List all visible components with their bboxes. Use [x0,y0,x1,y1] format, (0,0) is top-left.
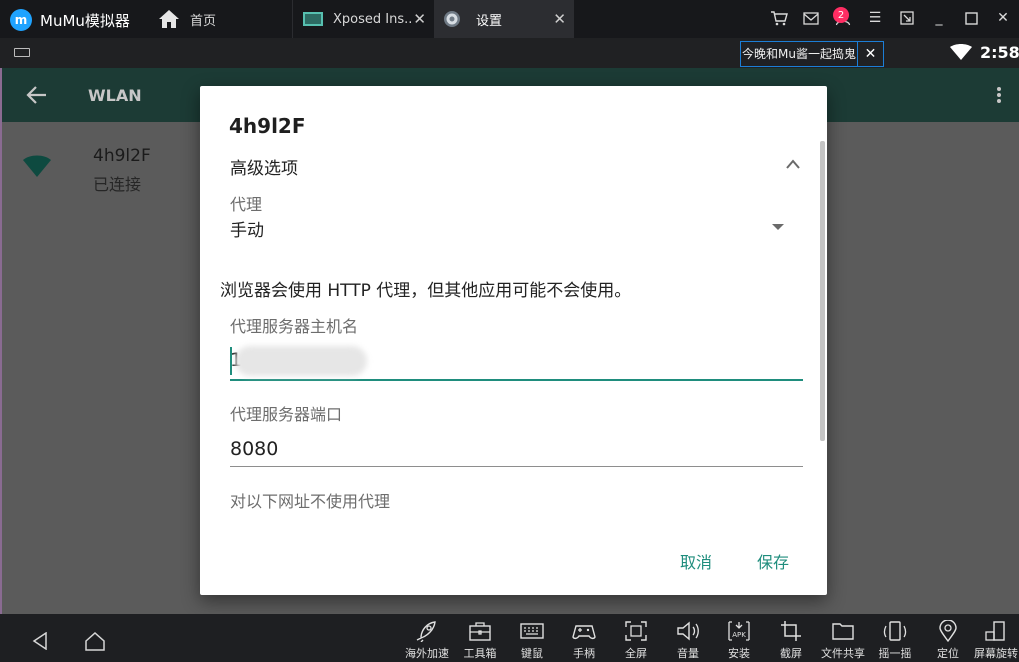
tool-label: 安装 [728,647,750,660]
app-header: m MuMu模拟器 [10,9,130,31]
proxy-port-label: 代理服务器端口 [230,405,343,424]
page-title: WLAN [88,86,142,105]
tab-settings-label: 设置 [476,13,503,29]
wifi-config-dialog: 4h9l2F 高级选项 代理 手动 浏览器会使用 HTTP 代理，但其他应用可能… [200,86,827,595]
more-options-icon[interactable] [996,86,1002,104]
mumu-logo-icon: m [10,9,32,31]
tool-label: 摇一摇 [878,647,912,660]
proxy-host-label: 代理服务器主机名 [230,317,359,336]
proxy-port-input[interactable]: 8080 [230,430,803,467]
tab-xposed[interactable]: Xposed Ins.. ✕ [292,0,434,38]
menu-icon[interactable]: ☰ [865,8,885,28]
toolbox-icon [469,622,491,641]
tool-shake[interactable]: 摇一摇 [869,620,921,662]
tool-label: 文件共享 [821,647,865,660]
tool-label: 定位 [937,647,959,660]
crop-icon [781,621,801,641]
close-tab-xposed-icon[interactable]: ✕ [413,10,426,28]
network-name[interactable]: 4h9l2F [93,146,151,166]
tab-home[interactable]: 首页 [148,0,290,38]
tool-label: 键鼠 [521,647,543,660]
nav-home-icon[interactable] [84,630,106,652]
tool-install-apk[interactable]: APK 安装 [713,620,765,662]
save-button[interactable]: 保存 [757,549,789,573]
keyboard-status-icon [14,48,30,57]
tab-settings[interactable]: 设置 ✕ [434,0,574,38]
proxy-port-value: 8080 [230,438,279,460]
status-clock: 2:58 [980,43,1019,62]
proxy-note: 浏览器会使用 HTTP 代理，但其他应用可能不会使用。 [220,281,632,301]
home-icon [159,10,179,28]
dialog-scrollbar[interactable] [820,141,825,441]
close-window-icon[interactable]: ✕ [993,8,1013,28]
tool-label: 全屏 [625,647,647,660]
proxy-host-input[interactable]: 1 [230,342,803,381]
tool-gamepad[interactable]: 手柄 [558,620,610,662]
redacted-blur [235,346,367,376]
shake-icon [883,621,907,641]
tool-volume[interactable]: 音量 [662,620,714,662]
window-controls: ☰ _ ✕ [769,8,1013,28]
cancel-button[interactable]: 取消 [680,549,712,573]
minimize-icon[interactable]: _ [929,8,949,28]
tool-location[interactable]: 定位 [922,620,974,662]
apk-icon: APK [728,621,750,641]
fullscreen-icon [625,621,647,641]
rocket-icon [416,621,436,642]
proxy-bypass-label: 对以下网址不使用代理 [230,492,391,511]
shop-cart-icon[interactable] [769,8,789,28]
nav-back-icon[interactable] [32,632,48,650]
proxy-label: 代理 [230,195,263,214]
tool-label: 海外加速 [405,647,449,660]
tab-xposed-label: Xposed Ins.. [333,11,413,27]
chevron-up-icon[interactable] [785,158,801,170]
notice-close-icon[interactable]: ✕ [858,41,884,67]
tool-label: 截屏 [780,647,802,660]
advanced-options-toggle[interactable]: 高级选项 [230,154,298,179]
rotate-icon [985,621,1005,641]
tool-screenshot[interactable]: 截屏 [765,620,817,662]
gamepad-icon [572,625,596,640]
tab-home-label: 首页 [190,13,217,29]
keyboard-icon [520,623,544,639]
title-bar: m MuMu模拟器 首页 Xposed Ins.. ✕ 设置 ✕ ☰ _ ✕ [0,0,1019,38]
mini-mode-icon[interactable] [897,8,917,28]
message-count-badge: 2 [833,7,849,23]
tool-label: 工具箱 [463,647,497,660]
tool-label: 屏幕旋转 [974,647,1018,660]
wifi-status-icon [950,44,972,60]
location-icon [939,620,957,642]
dialog-title: 4h9l2F [229,114,306,138]
back-arrow-icon[interactable] [26,84,48,106]
text-cursor [230,347,232,375]
volume-icon [677,621,699,641]
maximize-icon[interactable] [961,8,981,28]
message-icon[interactable] [801,8,821,28]
tool-fullscreen[interactable]: 全屏 [610,620,662,662]
notice-banner[interactable]: 今晚和Mu酱一起捣鬼 [740,41,858,67]
svg-text:APK: APK [732,631,746,639]
tool-keymouse[interactable]: 键鼠 [506,620,558,662]
tool-label: 音量 [677,647,699,660]
proxy-select[interactable]: 手动 [230,216,264,241]
folder-icon [832,623,854,640]
tool-toolbox[interactable]: 工具箱 [454,620,506,662]
app-title: MuMu模拟器 [40,11,130,30]
dropdown-caret-icon[interactable] [771,223,785,231]
network-status: 已连接 [93,175,142,194]
wifi-signal-icon [23,155,51,177]
tool-file-share[interactable]: 文件共享 [817,620,869,662]
close-tab-settings-icon[interactable]: ✕ [553,10,566,28]
tool-overseas-boost[interactable]: 海外加速 [401,620,453,662]
xposed-app-icon [303,12,323,26]
tool-rotate[interactable]: 屏幕旋转 [970,620,1019,662]
settings-gear-icon [444,11,460,27]
tool-label: 手柄 [573,647,595,660]
